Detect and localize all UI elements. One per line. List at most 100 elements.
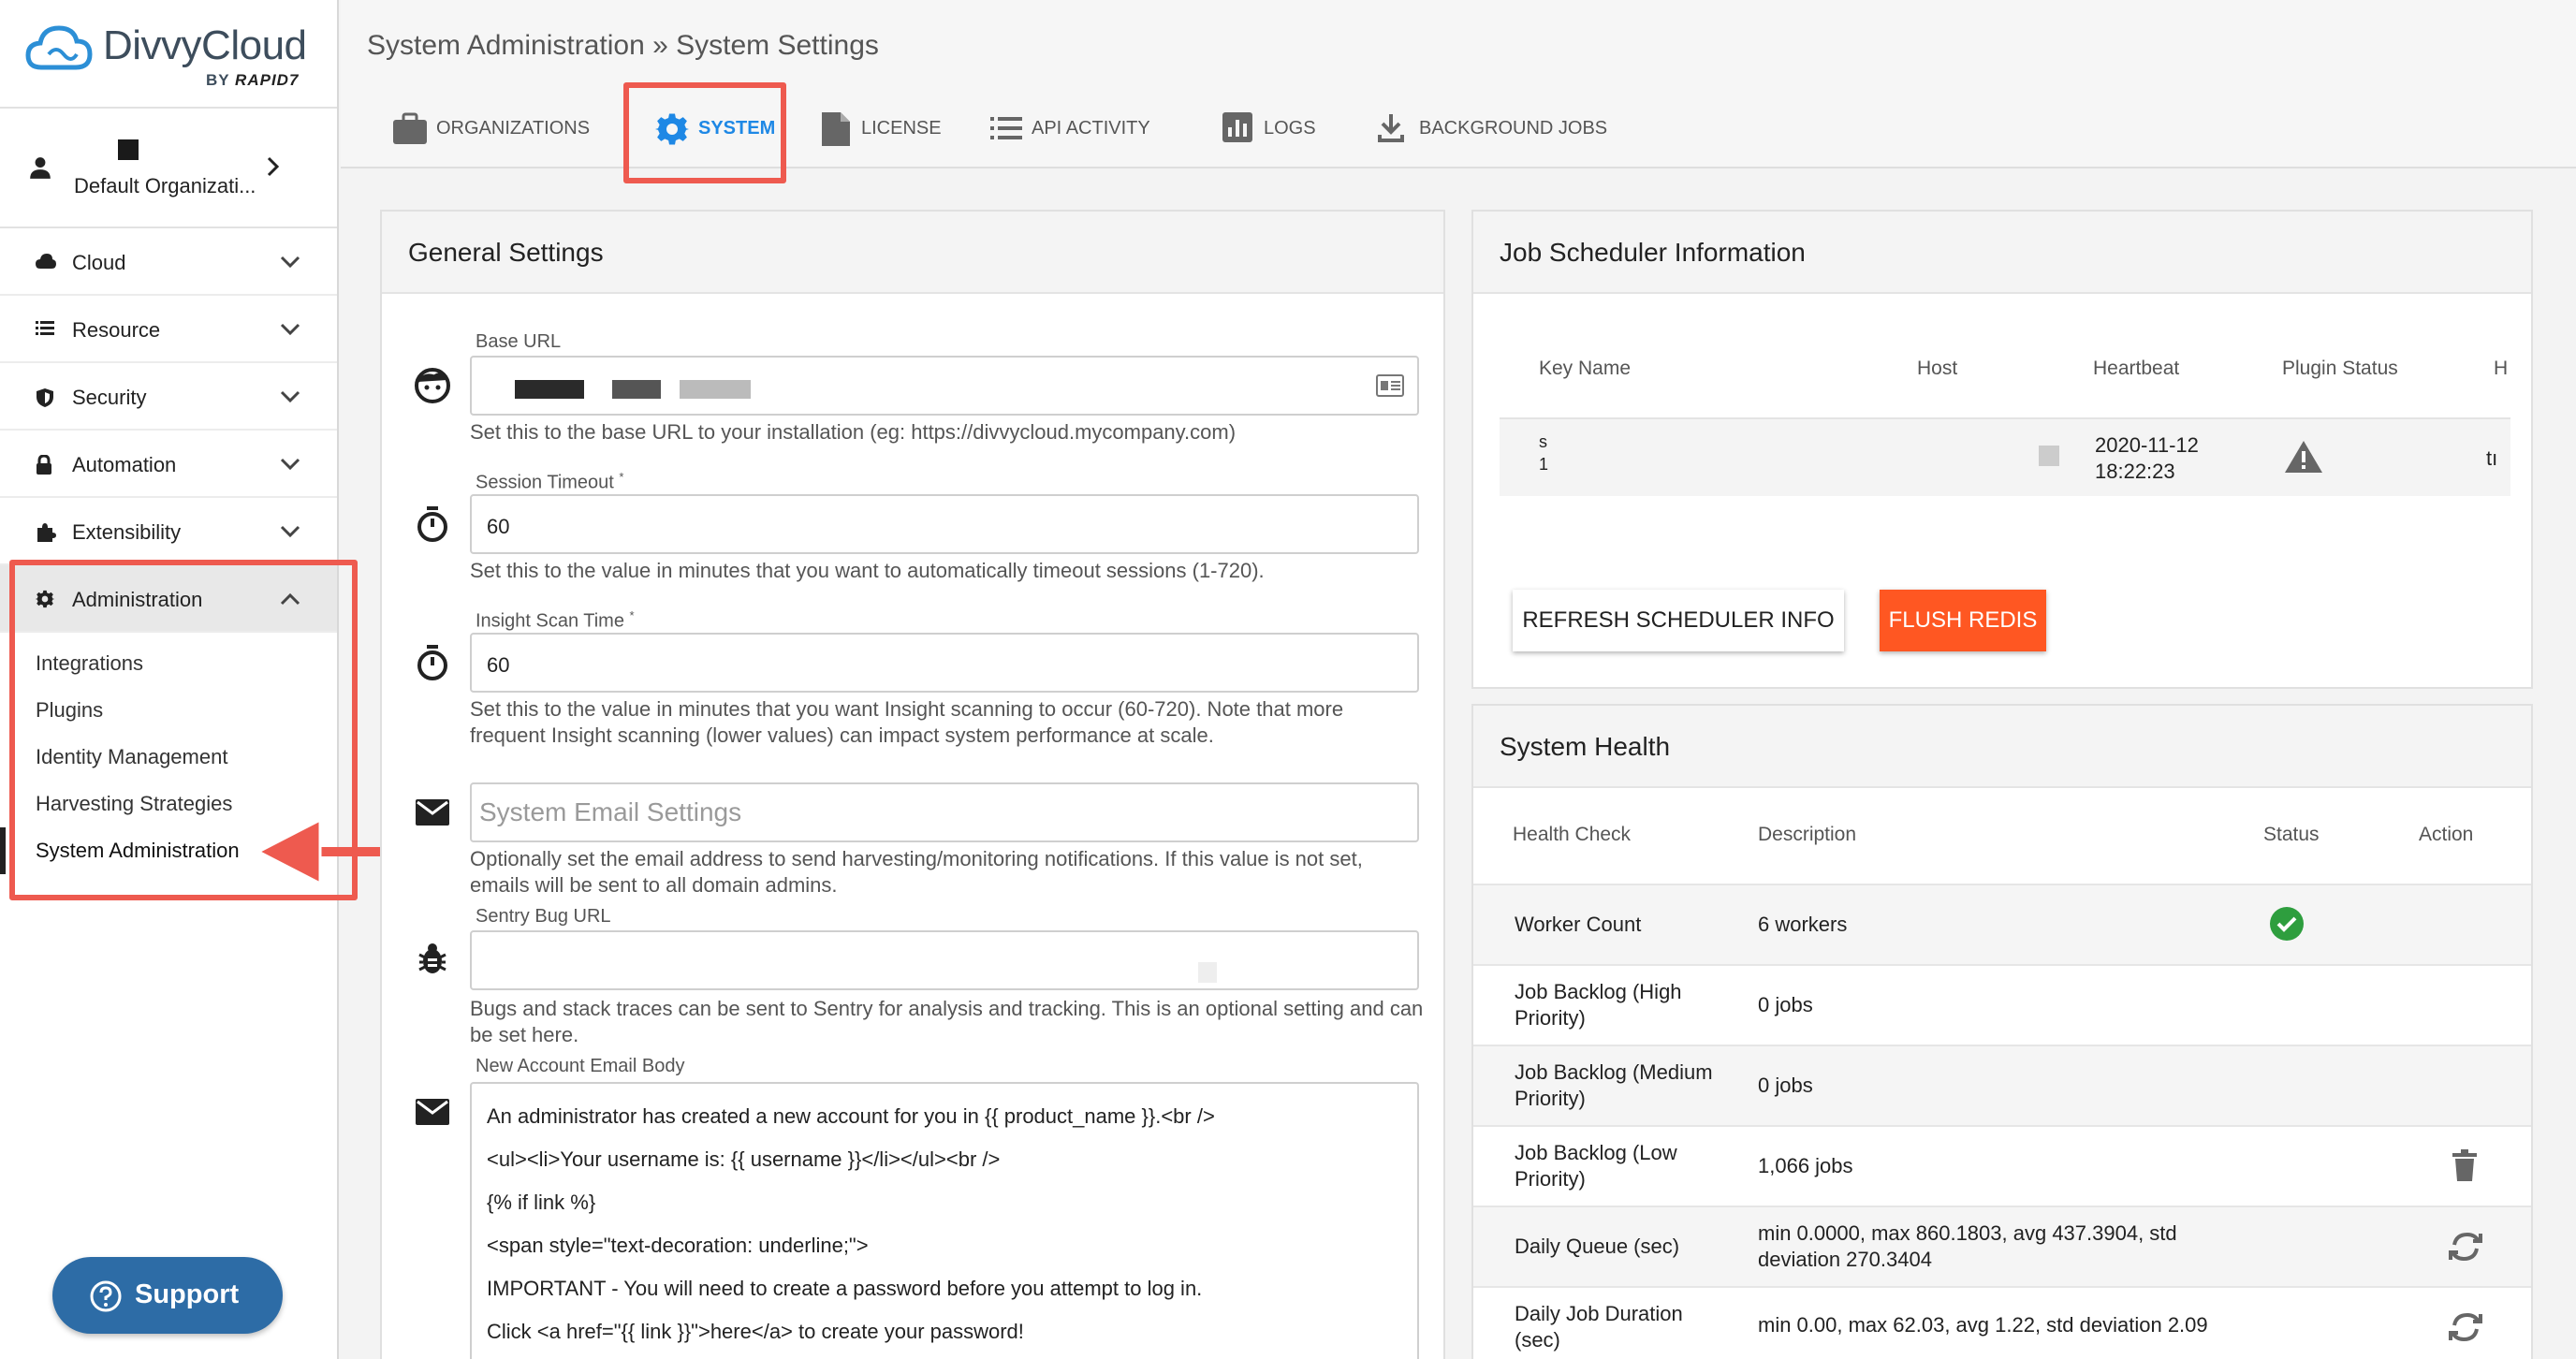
tab-label: API ACTIVITY xyxy=(1032,118,1150,139)
sentry-label: Sentry Bug URL xyxy=(476,906,611,927)
column-header: Description xyxy=(1758,824,1857,845)
truncated-cell: tı xyxy=(2486,446,2498,470)
tab-label: LOGS xyxy=(1264,118,1316,139)
lock-icon xyxy=(37,455,51,475)
insight-scan-input[interactable]: 60 xyxy=(470,633,1419,693)
column-header: Plugin Status xyxy=(2282,358,2398,379)
check-circle-icon xyxy=(2270,907,2304,941)
textarea-line: An administrator has created a new accou… xyxy=(487,1104,1215,1128)
health-check-cell: Daily Queue (sec) xyxy=(1515,1235,1680,1258)
table-row: Job Backlog (Medium Priority) 0 jobs xyxy=(1473,1045,2531,1125)
key-name-cell-2: 1 xyxy=(1539,455,1549,474)
chevron-down-icon xyxy=(280,323,300,336)
timer-icon xyxy=(417,645,447,680)
org-name: Default Organizati... xyxy=(74,174,256,197)
page-header: System Administration » System Settings xyxy=(341,0,2576,92)
nav-security[interactable]: Security xyxy=(0,363,337,431)
logo[interactable]: DivvyCloud BY RAPID7 xyxy=(0,0,337,109)
system-health-panel: System Health Health Check Description S… xyxy=(1471,704,2533,1359)
panel-title: System Health xyxy=(1500,732,1671,761)
chevron-down-icon xyxy=(280,390,300,403)
textarea-line: <ul><li>Your username is: {{ username }}… xyxy=(487,1147,1001,1171)
tab-license[interactable]: LICENSE xyxy=(822,92,962,168)
briefcase-icon xyxy=(393,112,427,144)
session-timeout-value: 60 xyxy=(487,515,510,538)
job-scheduler-panel: Job Scheduler Information Key Name Host … xyxy=(1471,210,2533,689)
base-url-label: Base URL xyxy=(476,331,562,352)
mail-icon xyxy=(416,1099,449,1125)
nav-automation[interactable]: Automation xyxy=(0,431,337,498)
session-timeout-input[interactable]: 60 xyxy=(470,494,1419,554)
health-check-cell: Job Backlog (High Priority) xyxy=(1515,980,1682,1030)
general-settings-panel: General Settings Base URL Set this to th… xyxy=(380,210,1445,1359)
heartbeat-time: 18:22:23 xyxy=(2095,460,2175,483)
textarea-line: IMPORTANT - You will need to create a pa… xyxy=(487,1277,1203,1300)
sentry-help-2: be set here. xyxy=(470,1023,579,1046)
table-row: Worker Count 6 workers xyxy=(1473,884,2531,964)
system-email-help-1: Optionally set the email address to send… xyxy=(470,847,1363,870)
tab-api-activity[interactable]: API ACTIVITY xyxy=(990,92,1178,168)
system-email-input[interactable]: System Email Settings xyxy=(470,782,1419,842)
support-button[interactable]: Support xyxy=(52,1257,283,1334)
flush-redis-button[interactable]: FLUSH REDIS xyxy=(1880,590,2046,651)
insight-scan-help-2: frequent Insight scanning (lower values)… xyxy=(470,723,1214,747)
column-header: Heartbeat xyxy=(2093,358,2180,379)
nav-label-resource: Resource xyxy=(72,318,161,342)
nav-extensibility[interactable]: Extensibility xyxy=(0,498,337,565)
sentry-input[interactable] xyxy=(470,930,1419,990)
org-selector[interactable]: Default Organizati... xyxy=(0,109,337,228)
column-header: Status xyxy=(2263,824,2320,845)
health-check-cell: Daily Job Duration (sec) xyxy=(1515,1302,1683,1352)
chevron-down-icon xyxy=(280,256,300,269)
bug-icon xyxy=(418,943,446,973)
column-header: Action xyxy=(2419,824,2474,845)
session-timeout-label-text: Session Timeout xyxy=(476,472,614,493)
nav-cloud[interactable]: Cloud xyxy=(0,228,337,296)
tab-background-jobs[interactable]: BACKGROUND JOBS xyxy=(1378,92,1612,168)
redacted-block xyxy=(515,380,584,399)
column-header: H xyxy=(2494,358,2509,379)
table-row: Job Backlog (High Priority) 0 jobs xyxy=(1473,964,2531,1045)
chevron-down-icon xyxy=(280,525,300,538)
mail-icon xyxy=(416,799,449,826)
system-email-help-2: emails will be sent to all domain admins… xyxy=(470,873,838,897)
bar-chart-icon xyxy=(1222,112,1252,142)
base-url-input[interactable] xyxy=(470,356,1419,416)
new-account-textarea[interactable]: An administrator has created a new accou… xyxy=(470,1082,1419,1359)
current-indicator xyxy=(0,827,6,874)
list-icon xyxy=(36,321,54,335)
sentry-help-1: Bugs and stack traces can be sent to Sen… xyxy=(470,997,1424,1020)
panel-header: Job Scheduler Information xyxy=(1473,212,2531,294)
chevron-down-icon xyxy=(280,458,300,471)
support-label: Support xyxy=(135,1279,240,1309)
session-timeout-help: Set this to the value in minutes that yo… xyxy=(470,559,1265,582)
cloud-icon xyxy=(36,254,56,269)
nav-label-cloud: Cloud xyxy=(72,251,126,274)
list-icon xyxy=(990,117,1022,139)
org-avatar xyxy=(118,139,139,160)
table-row: Daily Queue (sec) min 0.0000, max 860.18… xyxy=(1473,1206,2531,1286)
tab-logs[interactable]: LOGS xyxy=(1222,92,1325,168)
column-header: Key Name xyxy=(1539,358,1632,379)
column-header: Health Check xyxy=(1513,824,1632,845)
panel-header: General Settings xyxy=(382,212,1443,294)
nav-resource[interactable]: Resource xyxy=(0,296,337,363)
divvycloud-logo-icon xyxy=(25,25,93,70)
tab-label: ORGANIZATIONS xyxy=(436,118,591,139)
refresh-icon[interactable] xyxy=(2447,1230,2484,1264)
refresh-icon[interactable] xyxy=(2447,1310,2484,1344)
puzzle-icon xyxy=(37,523,56,542)
trash-icon[interactable] xyxy=(2452,1149,2477,1181)
brand-name: DivvyCloud xyxy=(103,22,307,68)
session-timeout-label: Session Timeout * xyxy=(476,470,624,493)
nav-label-automation: Automation xyxy=(72,453,177,476)
tab-organizations[interactable]: ORGANIZATIONS xyxy=(393,92,608,168)
tab-label: LICENSE xyxy=(861,118,942,139)
panel-header: System Health xyxy=(1473,706,2531,788)
table-row: s 1 2020-11-12 18:22:23 tı xyxy=(1500,417,2510,496)
chevron-right-icon xyxy=(267,156,280,177)
refresh-scheduler-button[interactable]: REFRESH SCHEDULER INFO xyxy=(1513,590,1844,651)
document-icon xyxy=(822,112,850,146)
breadcrumb: System Administration » System Settings xyxy=(367,30,879,61)
insight-scan-value: 60 xyxy=(487,653,510,677)
